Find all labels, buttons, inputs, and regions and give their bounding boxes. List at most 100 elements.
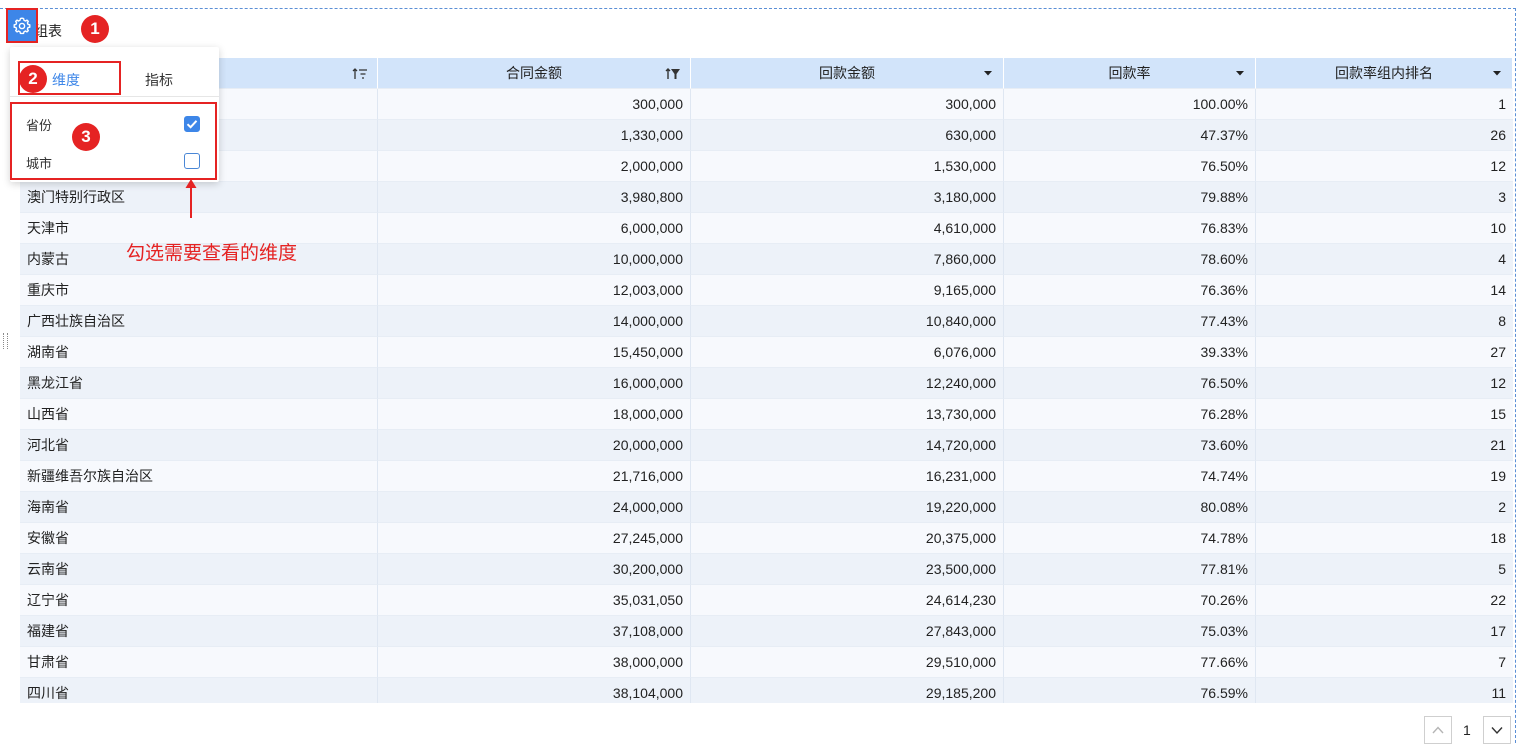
cell-rank: 21 bbox=[1256, 430, 1513, 461]
column-header-received[interactable]: 回款金额 bbox=[691, 58, 1004, 89]
cell-rate: 70.26% bbox=[1004, 585, 1256, 616]
cell-received: 29,510,000 bbox=[691, 647, 1004, 678]
cell-received: 630,000 bbox=[691, 120, 1004, 151]
cell-rate: 47.37% bbox=[1004, 120, 1256, 151]
tab-metric[interactable]: 指标 bbox=[145, 70, 173, 90]
cell-rank: 12 bbox=[1256, 151, 1513, 182]
cell-rank: 2 bbox=[1256, 492, 1513, 523]
table-row[interactable]: 新疆维吾尔族自治区 21,716,000 16,231,000 74.74% 19 bbox=[20, 461, 1513, 492]
sort-filter-icon[interactable] bbox=[352, 67, 368, 81]
table-row[interactable]: 河北省 20,000,000 14,720,000 73.60% 21 bbox=[20, 430, 1513, 461]
cell-rate: 73.60% bbox=[1004, 430, 1256, 461]
cell-rank: 8 bbox=[1256, 306, 1513, 337]
cell-dimension: 福建省 bbox=[20, 616, 378, 647]
cell-dimension: 安徽省 bbox=[20, 523, 378, 554]
table-row[interactable]: 辽宁省 35,031,050 24,614,230 70.26% 22 bbox=[20, 585, 1513, 616]
cell-dimension: 辽宁省 bbox=[20, 585, 378, 616]
chevron-down-icon bbox=[1491, 727, 1503, 735]
table-row[interactable]: 甘肃省 38,000,000 29,510,000 77.66% 7 bbox=[20, 647, 1513, 678]
callout-badge-2: 2 bbox=[19, 65, 47, 93]
cell-rate: 76.28% bbox=[1004, 399, 1256, 430]
column-header-rank[interactable]: 回款率组内排名 bbox=[1256, 58, 1513, 89]
table-row[interactable]: 澳门特别行政区 3,980,800 3,180,000 79.88% 3 bbox=[20, 182, 1513, 213]
column-header-contract[interactable]: 合同金额 bbox=[378, 58, 691, 89]
cell-contract: 14,000,000 bbox=[378, 306, 691, 337]
table-row[interactable]: 黑龙江省 16,000,000 12,240,000 76.50% 12 bbox=[20, 368, 1513, 399]
cell-dimension: 云南省 bbox=[20, 554, 378, 585]
cell-contract: 10,000,000 bbox=[378, 244, 691, 275]
table-row[interactable]: 湖南省 15,450,000 6,076,000 39.33% 27 bbox=[20, 337, 1513, 368]
table-row[interactable]: 福建省 37,108,000 27,843,000 75.03% 17 bbox=[20, 616, 1513, 647]
cell-contract: 3,980,800 bbox=[378, 182, 691, 213]
column-header-rate[interactable]: 回款率 bbox=[1004, 58, 1256, 89]
next-page-button[interactable] bbox=[1483, 716, 1511, 744]
table-body: 300,000 300,000 100.00% 1 1,330,000 630,000 47… bbox=[20, 89, 1513, 703]
cell-rate: 77.43% bbox=[1004, 306, 1256, 337]
cell-rank: 12 bbox=[1256, 368, 1513, 399]
cell-dimension: 重庆市 bbox=[20, 275, 378, 306]
page-number: 1 bbox=[1463, 722, 1471, 738]
cell-rank: 1 bbox=[1256, 89, 1513, 120]
cell-contract: 27,245,000 bbox=[378, 523, 691, 554]
sort-filter-icon[interactable] bbox=[665, 67, 681, 81]
cell-received: 19,220,000 bbox=[691, 492, 1004, 523]
cell-rate: 100.00% bbox=[1004, 89, 1256, 120]
cell-rate: 79.88% bbox=[1004, 182, 1256, 213]
chevron-up-icon bbox=[1432, 726, 1444, 734]
cell-rate: 77.66% bbox=[1004, 647, 1256, 678]
table-row[interactable]: 广西壮族自治区 14,000,000 10,840,000 77.43% 8 bbox=[20, 306, 1513, 337]
cell-received: 9,165,000 bbox=[691, 275, 1004, 306]
cell-contract: 18,000,000 bbox=[378, 399, 691, 430]
cell-received: 7,860,000 bbox=[691, 244, 1004, 275]
cell-contract: 6,000,000 bbox=[378, 213, 691, 244]
prev-page-button[interactable] bbox=[1424, 716, 1452, 744]
table-row[interactable]: 云南省 30,200,000 23,500,000 77.81% 5 bbox=[20, 554, 1513, 585]
cell-rate: 76.59% bbox=[1004, 678, 1256, 703]
cell-received: 4,610,000 bbox=[691, 213, 1004, 244]
table-row[interactable]: 安徽省 27,245,000 20,375,000 74.78% 18 bbox=[20, 523, 1513, 554]
cell-rate: 75.03% bbox=[1004, 616, 1256, 647]
column-header-label: 回款金额 bbox=[819, 65, 875, 81]
table-row[interactable]: 海南省 24,000,000 19,220,000 80.08% 2 bbox=[20, 492, 1513, 523]
cell-contract: 38,000,000 bbox=[378, 647, 691, 678]
table-row[interactable]: 1,330,000 630,000 47.37% 26 bbox=[20, 120, 1513, 151]
resize-handle[interactable] bbox=[3, 333, 8, 349]
cell-contract: 12,003,000 bbox=[378, 275, 691, 306]
cell-rank: 14 bbox=[1256, 275, 1513, 306]
widget-title: 组表 bbox=[34, 23, 62, 39]
cell-rank: 19 bbox=[1256, 461, 1513, 492]
cell-rate: 76.36% bbox=[1004, 275, 1256, 306]
cell-rate: 74.74% bbox=[1004, 461, 1256, 492]
cell-rate: 76.50% bbox=[1004, 368, 1256, 399]
tab-divider bbox=[10, 96, 219, 97]
callout-badge-3: 3 bbox=[72, 123, 100, 151]
cell-received: 6,076,000 bbox=[691, 337, 1004, 368]
cell-dimension: 澳门特别行政区 bbox=[20, 182, 378, 213]
dropdown-caret-icon[interactable] bbox=[1491, 67, 1503, 79]
table-row[interactable]: 重庆市 12,003,000 9,165,000 76.36% 14 bbox=[20, 275, 1513, 306]
dropdown-caret-icon[interactable] bbox=[1234, 67, 1246, 79]
table-row[interactable]: 四川省 38,104,000 29,185,200 76.59% 11 bbox=[20, 678, 1513, 703]
cell-dimension: 山西省 bbox=[20, 399, 378, 430]
callout-badge-1: 1 bbox=[81, 15, 109, 43]
cell-dimension: 黑龙江省 bbox=[20, 368, 378, 399]
cell-rank: 22 bbox=[1256, 585, 1513, 616]
cell-contract: 1,330,000 bbox=[378, 120, 691, 151]
cell-dimension: 广西壮族自治区 bbox=[20, 306, 378, 337]
gear-icon bbox=[13, 17, 31, 34]
cell-dimension: 湖南省 bbox=[20, 337, 378, 368]
table-row[interactable]: 300,000 300,000 100.00% 1 bbox=[20, 89, 1513, 120]
cell-rate: 74.78% bbox=[1004, 523, 1256, 554]
dropdown-caret-icon[interactable] bbox=[982, 67, 994, 79]
cell-dimension: 新疆维吾尔族自治区 bbox=[20, 461, 378, 492]
cell-rank: 18 bbox=[1256, 523, 1513, 554]
cell-rate: 76.83% bbox=[1004, 213, 1256, 244]
cell-rank: 27 bbox=[1256, 337, 1513, 368]
cell-rate: 80.08% bbox=[1004, 492, 1256, 523]
column-header-label: 回款率组内排名 bbox=[1335, 65, 1433, 81]
table-row[interactable]: 山西省 18,000,000 13,730,000 76.28% 15 bbox=[20, 399, 1513, 430]
table-row[interactable]: 2,000,000 1,530,000 76.50% 12 bbox=[20, 151, 1513, 182]
cell-received: 20,375,000 bbox=[691, 523, 1004, 554]
cell-contract: 16,000,000 bbox=[378, 368, 691, 399]
settings-button[interactable] bbox=[6, 8, 38, 43]
